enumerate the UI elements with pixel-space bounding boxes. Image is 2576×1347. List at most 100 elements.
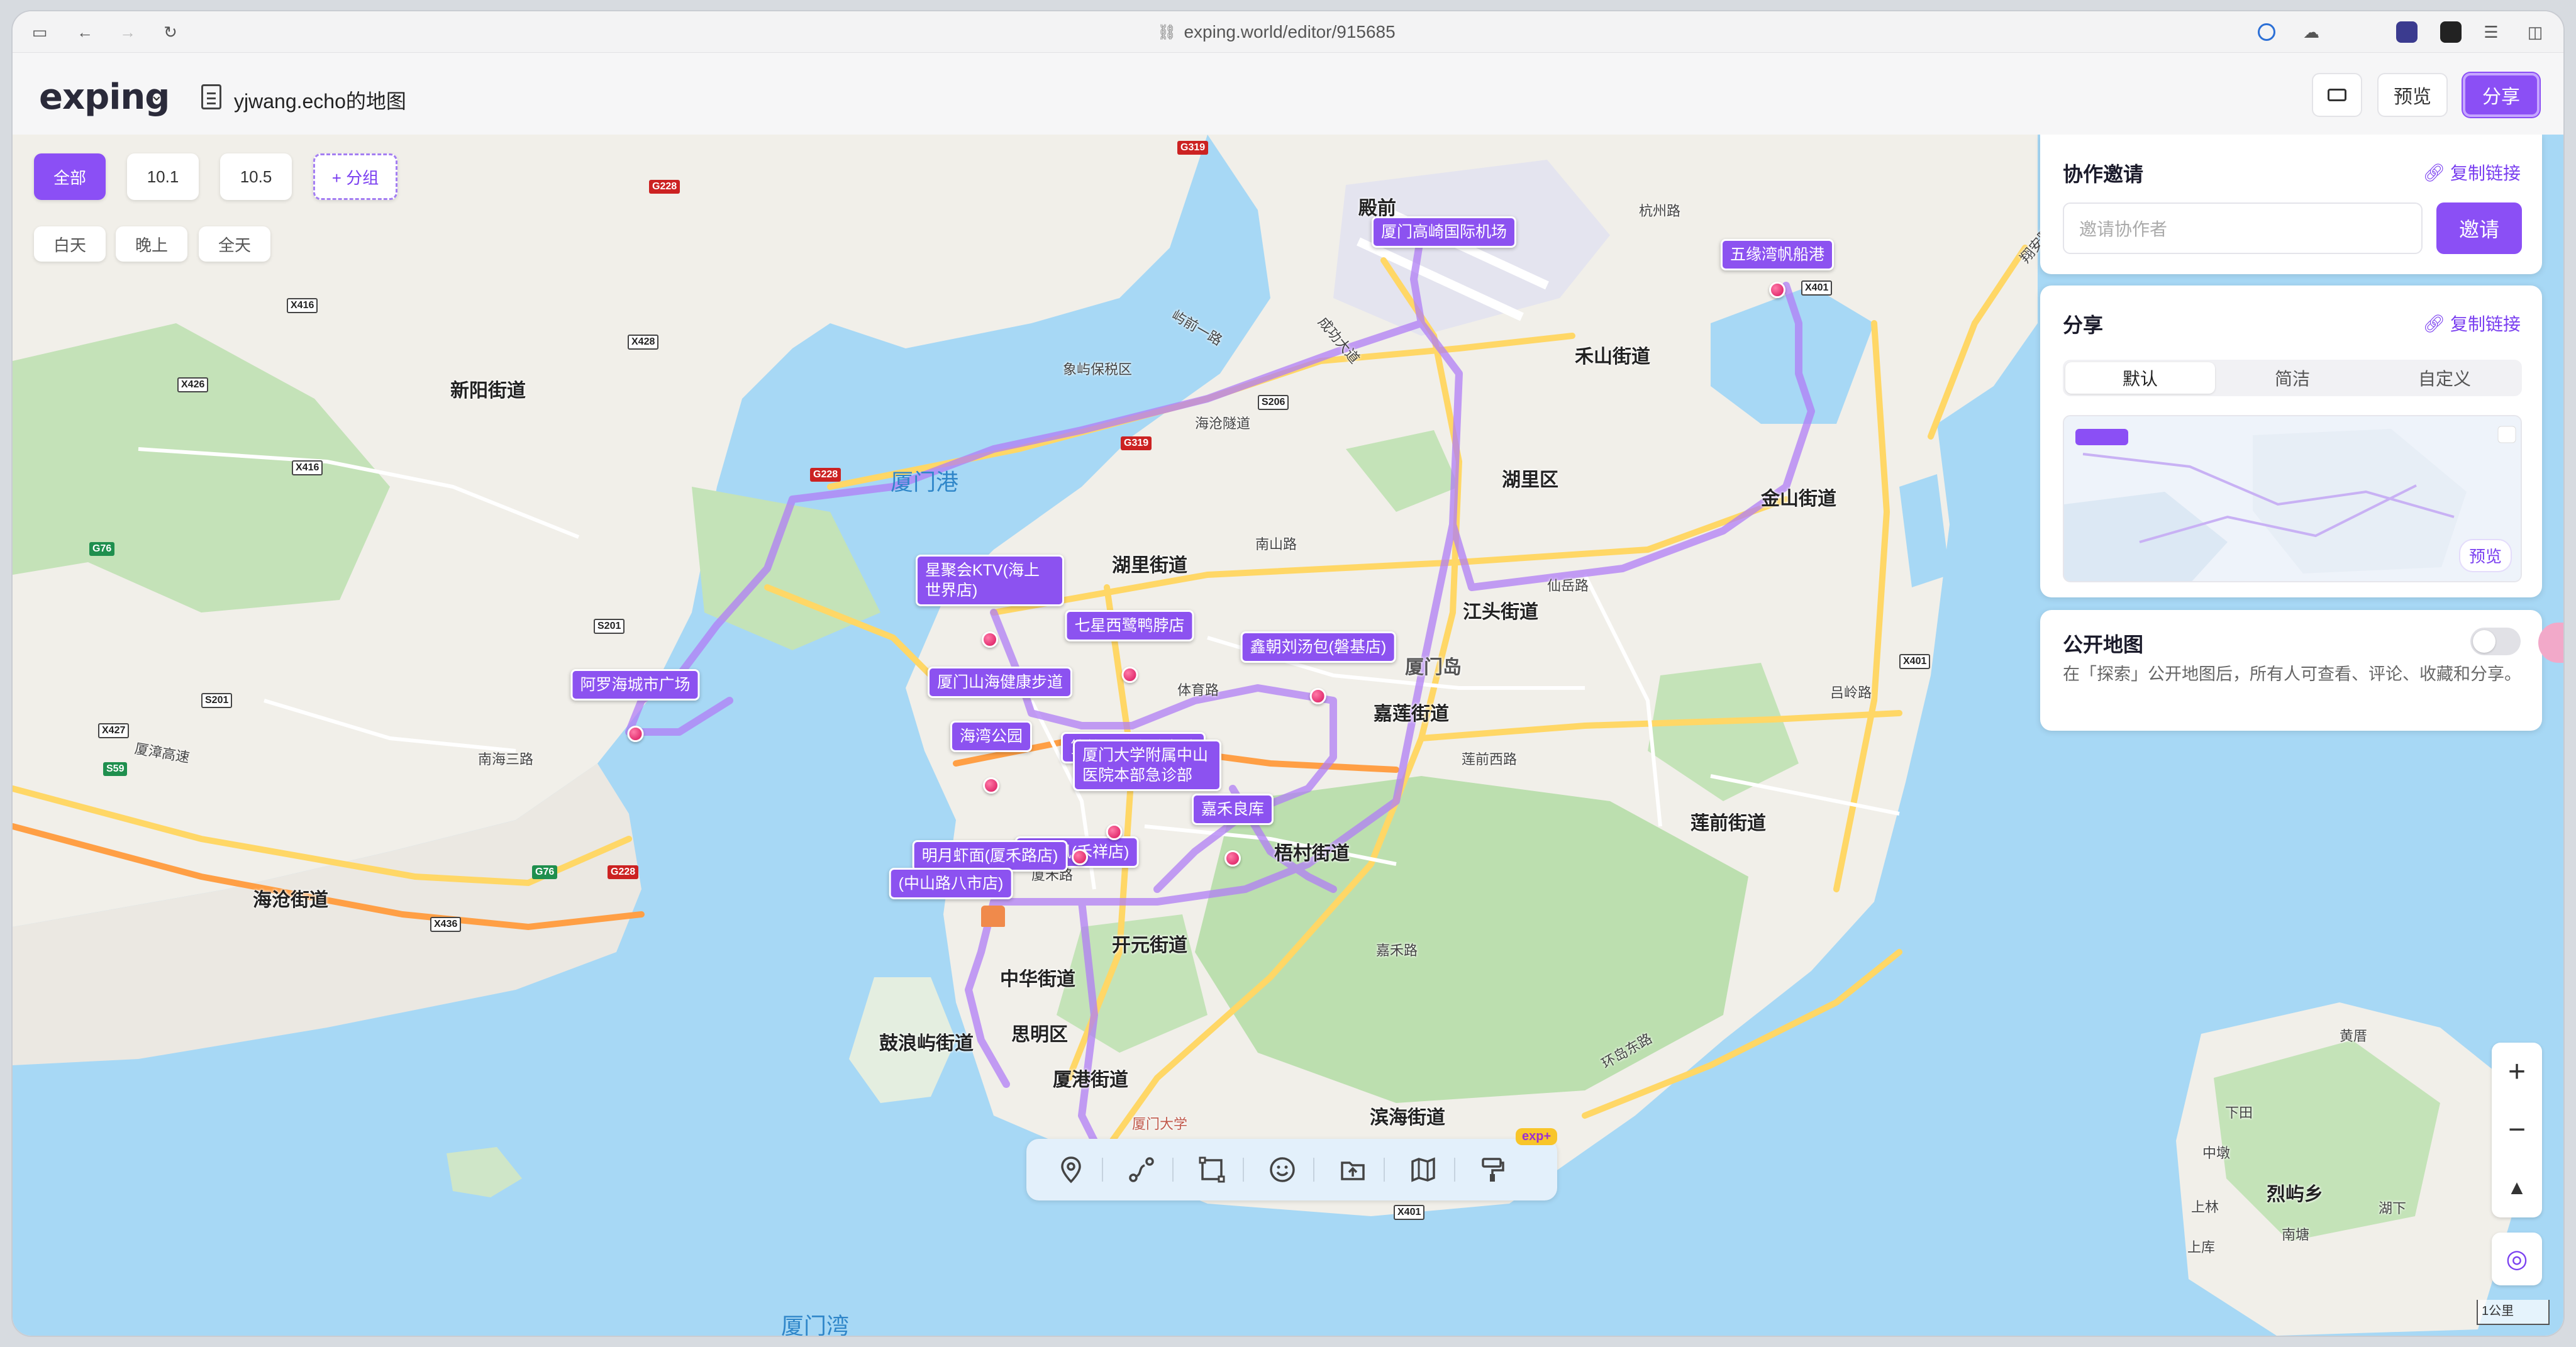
poi-marker[interactable]: 星聚会KTV(海上世界店) [916,555,1064,648]
tab-custom[interactable]: 自定义 [2370,362,2519,394]
district-label: 禾山街道 [1575,346,1650,367]
route-tool-icon[interactable] [1127,1155,1156,1184]
cloud-icon[interactable]: ☁ [2302,24,2321,40]
poi-marker[interactable]: 五缘湾帆船港 [1720,239,1835,298]
poi-label[interactable]: 厦门高崎国际机场 [1371,216,1517,248]
public-map-card: 公开地图 在「探索」公开地图后，所有人可查看、评论、收藏和分享。 [2040,610,2542,731]
forward-icon[interactable]: → [118,24,137,40]
map-pin-icon[interactable] [982,631,998,648]
import-tool-icon[interactable] [1338,1155,1367,1184]
share-title: 分享 [2063,314,2104,336]
map-pin-icon[interactable] [1224,850,1241,867]
share-button[interactable]: 分享 [2463,73,2540,117]
reader-icon[interactable]: ☰ [2482,24,2501,40]
group-filter-10-1[interactable]: 10.1 [127,153,199,200]
poi-marker[interactable]: 阿罗海城市广场 [570,669,700,742]
poi-marker[interactable]: 明月虾面(厦禾路店) [912,840,1068,872]
public-map-toggle[interactable] [2470,628,2521,655]
district-label: 梧村街道 [1274,843,1350,864]
area-tool-icon[interactable] [1197,1155,1226,1184]
district-label: 滨海街道 [1370,1107,1445,1128]
reload-icon[interactable]: ↻ [161,24,180,40]
url-text: exping.world/editor/915685 [1184,22,1396,42]
district-label: 思明区 [1011,1024,1068,1045]
poi-label[interactable]: 明月虾面(厦禾路店) [912,840,1068,872]
extension-icon-hat[interactable] [2396,21,2418,43]
map-pin-icon[interactable] [1121,667,1138,683]
poi-label[interactable]: 海湾公园 [950,721,1033,752]
share-preview-thumbnail[interactable]: 预览 [2063,415,2522,582]
invite-collaborator-input[interactable]: 邀请协作者 [2063,202,2423,254]
poi-label[interactable]: 七星西鹭鸭脖店 [1065,610,1194,641]
poi-label[interactable]: 厦门大学附属中山医院本部急诊部 [1073,740,1221,791]
road-shield: X428 [628,335,659,350]
tab-default[interactable]: 默认 [2065,362,2215,394]
poi-marker[interactable]: (中山路八市店) [889,868,1013,899]
tab-simple[interactable]: 简洁 [2218,362,2367,394]
poi-label[interactable]: 星聚会KTV(海上世界店) [916,555,1064,606]
road-shield: S201 [594,619,625,634]
poi-label[interactable]: 五缘湾帆船港 [1720,239,1835,270]
password-extension-icon[interactable] [2258,23,2275,41]
link-icon: 🔗︎ [2423,162,2445,182]
poi-label[interactable]: 厦门山海健康步道 [927,667,1073,698]
poi-marker[interactable]: 厦门高崎国际机场 [1371,216,1517,248]
road-label: 南海三路 [478,751,534,767]
map-pin-icon[interactable] [1768,282,1785,298]
time-filter-day[interactable]: 白天 [34,226,106,262]
poi-marker[interactable]: 嘉禾良库 [1191,794,1274,867]
back-icon[interactable]: ← [75,24,94,40]
keyboard-button[interactable] [2312,73,2362,117]
poi-marker[interactable]: 厦门大学附属中山医院本部急诊部 [1073,740,1221,791]
thumbnail-preview-button[interactable]: 预览 [2458,539,2512,572]
poi-marker[interactable]: 七星西鹭鸭脖店 [1065,610,1194,683]
marker-tool-icon[interactable] [1057,1155,1085,1184]
zoom-in-button[interactable]: + [2492,1043,2542,1100]
road-shield: S206 [1258,395,1289,410]
collab-copy-link[interactable]: 🔗︎ 复制链接 [2423,160,2521,185]
map-style-tool-icon[interactable] [1409,1155,1438,1184]
split-view-icon[interactable]: ◫ [2526,24,2545,40]
poi-label[interactable]: 阿罗海城市广场 [570,669,700,701]
map-pin-icon[interactable] [1310,688,1326,704]
road-shield: X401 [1899,654,1931,669]
home-icon[interactable] [981,906,1005,927]
extension-icon-red[interactable] [2440,21,2462,43]
map-title[interactable]: yjwang.echo的地图 [234,86,406,114]
address-bar[interactable]: ⛓ exping.world/editor/915685 [1157,21,1396,43]
time-filter-night[interactable]: 晚上 [116,226,187,262]
road-shield: X416 [287,298,318,313]
island-label: 厦门岛 [1405,657,1462,678]
locate-icon[interactable]: ◎ [2492,1233,2542,1285]
place-label: 黄厝 [2340,1028,2368,1044]
zoom-out-button[interactable]: − [2492,1100,2542,1158]
map-pin-icon[interactable] [1072,849,1088,865]
poi-label[interactable]: 嘉禾良库 [1191,794,1274,825]
link-icon: 🔗︎ [2423,313,2445,333]
sidebar-toggle-icon[interactable]: ▭ [30,24,49,40]
poi-marker[interactable]: 海湾公园 [950,721,1033,794]
share-copy-link[interactable]: 🔗︎ 复制链接 [2423,311,2521,336]
road-shield: X426 [177,377,209,392]
invite-button[interactable]: 邀请 [2436,202,2522,254]
poi-marker[interactable]: 鑫朝刘汤包(磐基店) [1240,631,1396,704]
map-scale-bar: 1公里 [2477,1300,2550,1325]
map-pin-icon[interactable] [626,726,643,742]
compass-button[interactable]: ▲ [2492,1158,2542,1216]
browser-toolbar: ▭ ← → ↻ ⛓ exping.world/editor/915685 ☁ ☰… [13,11,2563,53]
add-group-button[interactable]: + 分组 [313,153,397,200]
poi-label[interactable]: (中山路八市店) [889,868,1013,899]
time-filter-allday[interactable]: 全天 [199,226,270,262]
group-filter-10-5[interactable]: 10.5 [220,153,292,200]
road-shield: G319 [1121,436,1152,450]
district-label: 厦港街道 [1053,1070,1128,1090]
group-filter-all[interactable]: 全部 [34,153,106,200]
emoji-tool-icon[interactable] [1268,1155,1297,1184]
public-map-description: 在「探索」公开地图后，所有人可查看、评论、收藏和分享。 [2063,665,2521,684]
poi-label[interactable]: 鑫朝刘汤包(磐基店) [1240,631,1396,663]
map-pin-icon[interactable] [982,777,999,794]
format-painter-tool-icon[interactable] [1478,1155,1507,1184]
district-label: 湖里街道 [1112,555,1187,576]
preview-button[interactable]: 预览 [2377,73,2448,117]
chevron-down-icon[interactable]: ⌄ [150,86,164,105]
